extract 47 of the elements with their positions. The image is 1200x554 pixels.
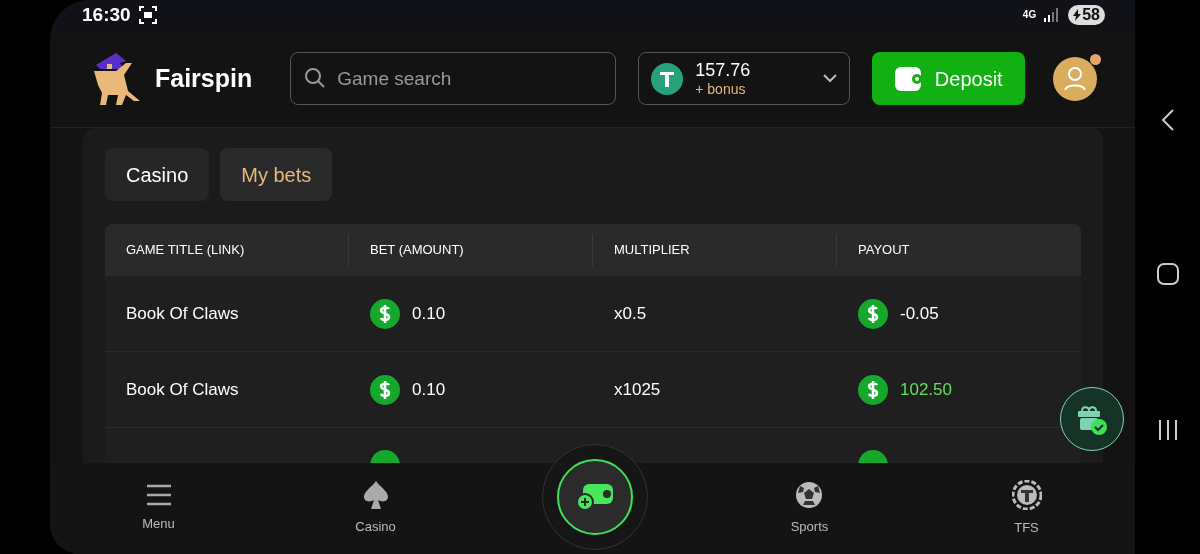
game-link[interactable]: Book Of Claws <box>126 300 239 327</box>
balance-selector[interactable]: 157.76 + bonus <box>638 52 851 105</box>
back-icon[interactable] <box>1160 108 1175 132</box>
dollar-coin-icon <box>370 374 400 405</box>
dollar-coin-icon <box>858 298 888 329</box>
multiplier-value: x0.5 <box>614 302 647 325</box>
brand-name: Fairspin <box>155 62 253 94</box>
column-header: BET (AMOUNT) <box>370 241 464 260</box>
bet-amount: 0.10 <box>412 302 446 325</box>
gift-check-icon <box>1076 403 1108 435</box>
home-icon[interactable] <box>1156 263 1179 285</box>
status-time: 16:30 <box>82 2 131 27</box>
wallet-plus-icon <box>577 484 613 510</box>
column-header: PAYOUT <box>858 241 910 260</box>
balance-amount: 157.76 <box>695 58 751 81</box>
battery-indicator: 58 <box>1068 5 1105 25</box>
column-header: GAME TITLE (LINK) <box>126 241 245 260</box>
bet-amount: 0.10 <box>412 378 446 401</box>
bonus-label: + bonus <box>695 81 747 99</box>
column-header: MULTIPLIER <box>614 241 690 260</box>
tether-coin-icon <box>651 62 684 95</box>
game-link[interactable]: Book Of Claws <box>126 376 239 403</box>
wallet-icon <box>894 66 923 91</box>
multiplier-value: x1025 <box>614 378 661 401</box>
payout-amount: -0.05 <box>900 302 939 325</box>
chevron-down-icon <box>823 74 838 83</box>
token-icon <box>1011 479 1042 510</box>
soccer-ball-icon <box>795 480 824 509</box>
nav-item[interactable]: TFS <box>1011 479 1042 538</box>
spade-icon <box>362 480 389 509</box>
menu-icon <box>145 483 172 506</box>
tab[interactable]: Casino <box>105 148 210 201</box>
nav-item[interactable]: Sports <box>790 480 829 537</box>
network-type: 4G <box>1022 10 1037 20</box>
nav-item[interactable]: Menu <box>142 483 175 534</box>
charging-icon <box>1073 9 1082 21</box>
tab[interactable]: My bets <box>220 148 333 201</box>
recent-apps-icon[interactable] <box>1156 419 1179 441</box>
nav-item[interactable]: Casino <box>355 480 396 537</box>
search-icon <box>304 67 327 89</box>
search-field[interactable]: Game search <box>290 52 617 105</box>
screenshot-icon <box>138 6 157 24</box>
payout-amount: 102.50 <box>900 378 952 401</box>
dollar-coin-icon <box>858 374 888 405</box>
avatar-icon[interactable] <box>1053 56 1098 101</box>
signal-icon <box>1044 8 1061 22</box>
dollar-coin-icon <box>370 298 400 329</box>
